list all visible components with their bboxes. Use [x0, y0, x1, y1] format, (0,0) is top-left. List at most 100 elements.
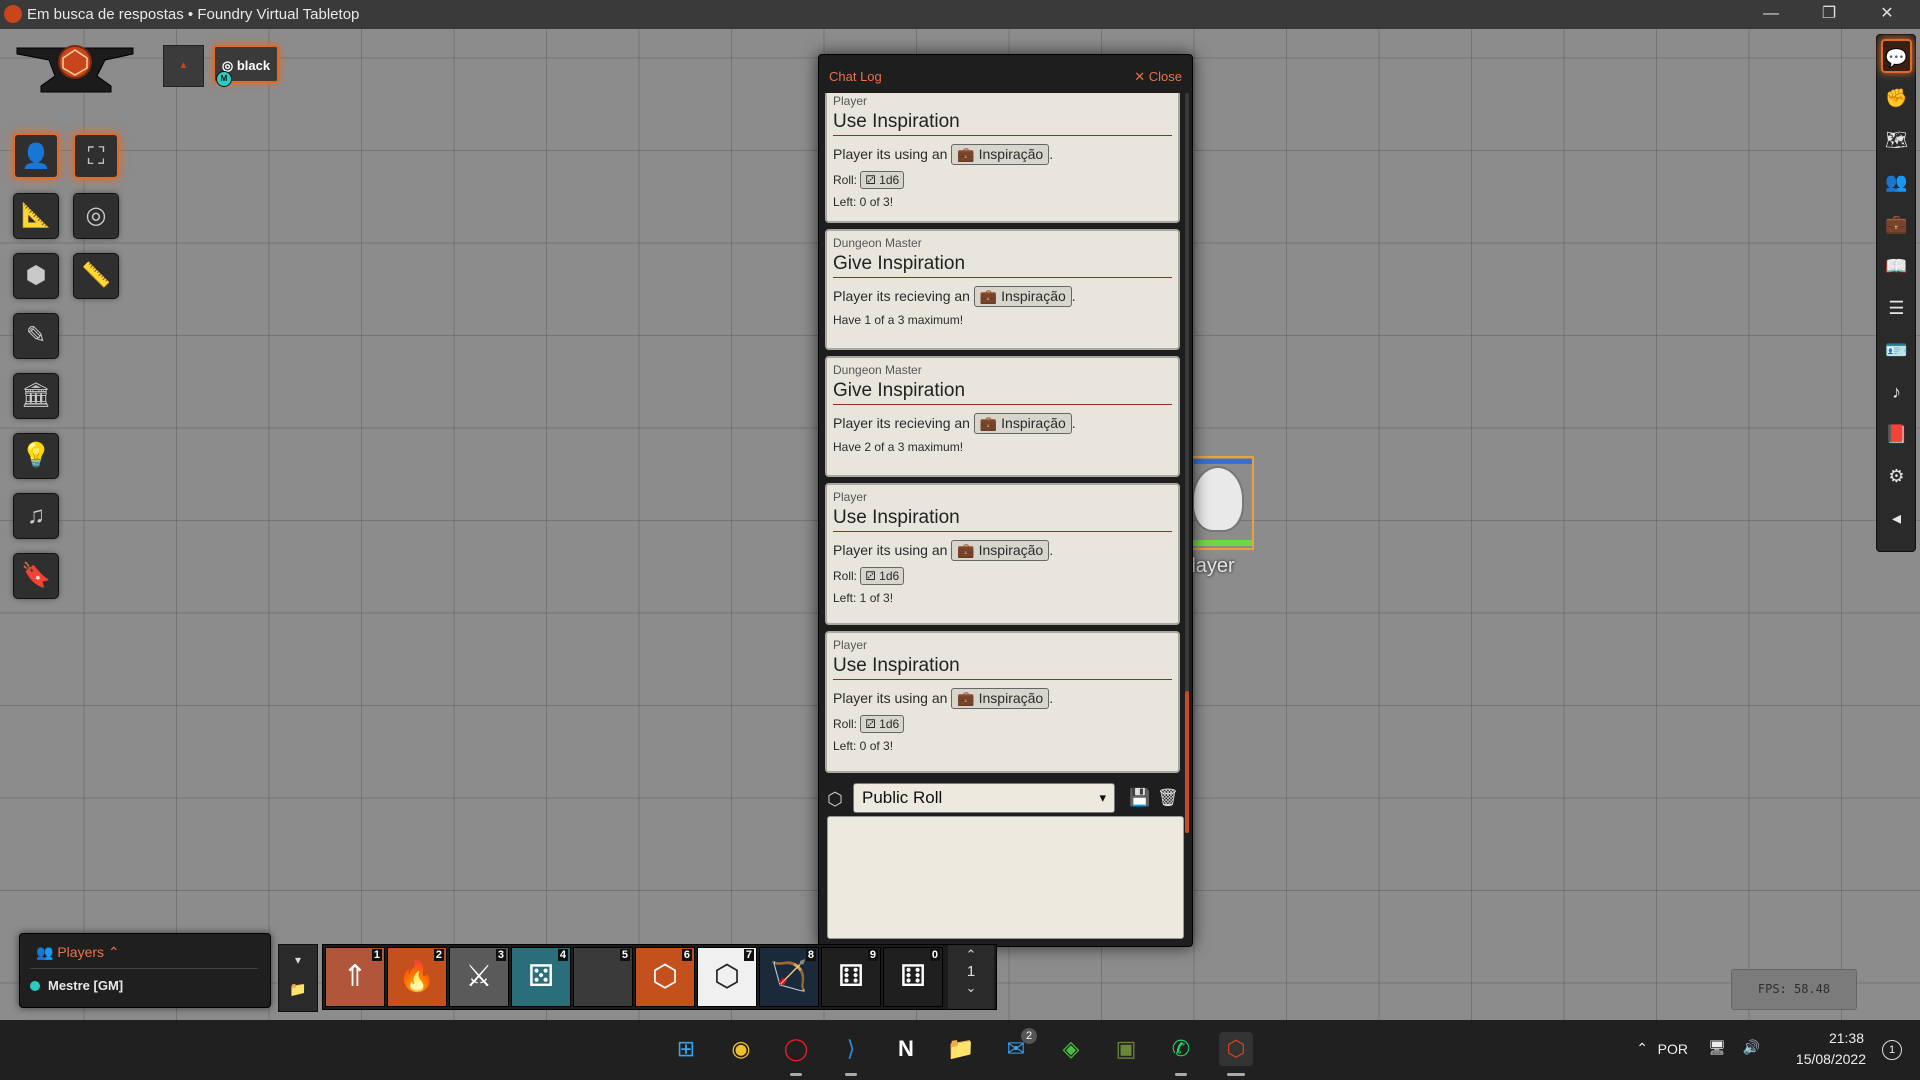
macro-slot-0[interactable]: ⚅ 0 [883, 947, 943, 1007]
tab-compendium[interactable]: 📕 [1881, 417, 1912, 451]
bookmark-icon: 🔖 [21, 562, 51, 589]
chevron-down-icon[interactable]: ⌄ [948, 980, 994, 996]
hotbar-page-number: 1 [966, 963, 976, 980]
macro-slot-3[interactable]: ⚔ 3 [449, 947, 509, 1007]
clock[interactable]: 21:38 [1829, 1030, 1864, 1046]
macro-slot-4[interactable]: ⚄ 4 [511, 947, 571, 1007]
message-footer: Have 1 of a 3 maximum! [833, 313, 964, 327]
restore-button[interactable]: ❐ [1809, 2, 1849, 26]
suitcase-icon: 💼 [1885, 214, 1908, 234]
player-entry[interactable]: Mestre [GM] [30, 978, 123, 993]
notification-badge[interactable]: 1 [1882, 1040, 1902, 1060]
suitcase-icon: 💼 [957, 146, 975, 162]
whatsapp-icon[interactable]: ✆ [1164, 1032, 1198, 1076]
message-footer: Left: 0 of 3! [833, 195, 894, 209]
tab-tables[interactable]: ☰ [1881, 291, 1912, 325]
d20-icon[interactable]: ⬡ [825, 789, 845, 809]
foundry-anvil-logo[interactable] [15, 40, 137, 108]
sound-controls[interactable]: ♫ [13, 493, 59, 539]
chevron-up-icon[interactable]: ⌃ [1636, 1040, 1648, 1057]
dice-icon: ⚂ [865, 173, 876, 187]
lighting-controls[interactable]: 💡 [13, 433, 59, 479]
target-control[interactable]: ◎ [73, 193, 119, 239]
export-log-icon[interactable]: 💾 [1129, 788, 1150, 808]
item-link[interactable]: 💼 Inspiração [973, 286, 1072, 307]
tab-combat[interactable]: ✊ [1881, 81, 1912, 115]
token-controls[interactable]: 👤 [13, 133, 59, 179]
measure-controls[interactable]: 📐 [13, 193, 59, 239]
roll-mode-select[interactable]: Public Roll ▾ [853, 783, 1115, 813]
message-text: Player its using an [833, 690, 948, 706]
chat-message-input[interactable] [827, 816, 1184, 939]
lightbulb-icon: 💡 [21, 442, 51, 469]
inline-roll[interactable]: ⚂ 1d6 [860, 171, 905, 189]
scene-nav-toggle[interactable]: ▲ [163, 45, 204, 87]
tab-playlists[interactable]: ♪ [1881, 375, 1912, 409]
tab-scenes[interactable]: 🗺 [1881, 123, 1912, 157]
notion-icon[interactable]: N [889, 1032, 923, 1066]
chrome-icon[interactable]: ◉ [724, 1032, 758, 1066]
macro-slot-7[interactable]: ⬡ 7 [697, 947, 757, 1007]
chat-close-button[interactable]: ✕ Close [1134, 69, 1182, 85]
inline-roll[interactable]: ⚂ 1d6 [860, 567, 905, 585]
item-link[interactable]: 💼 Inspiração [951, 144, 1050, 165]
fps-counter: FPS: 58.48 [1731, 969, 1857, 1010]
player-status-dot [30, 981, 40, 991]
message-author: Dungeon Master [833, 236, 922, 250]
tab-cards[interactable]: 🪪 [1881, 333, 1912, 367]
tab-chat[interactable]: 💬 [1881, 39, 1912, 73]
foundry-taskbar-icon[interactable]: ⬡ [1219, 1032, 1253, 1076]
fist-icon: ✊ [1885, 88, 1908, 108]
fullscreen-control[interactable]: ⛶ [73, 133, 119, 179]
item-link[interactable]: 💼 Inspiração [951, 688, 1050, 709]
wall-controls[interactable]: 🏛 [13, 373, 59, 419]
message-footer: Left: 0 of 3! [833, 739, 894, 753]
message-text: Player its using an [833, 542, 948, 558]
item-link[interactable]: 💼 Inspiração [973, 413, 1072, 434]
message-footer: Have 2 of a 3 maximum! [833, 440, 964, 454]
cubes-icon: ⬢ [25, 262, 47, 289]
macro-slot-1[interactable]: ⇑ 1 [325, 947, 385, 1007]
item-link[interactable]: 💼 Inspiração [951, 540, 1050, 561]
close-window-button[interactable]: ✕ [1867, 2, 1907, 26]
network-icon[interactable]: 🖥 [1708, 1039, 1726, 1056]
opera-icon[interactable]: ◯ [779, 1032, 813, 1076]
trash-icon[interactable]: 🗑 [1157, 788, 1179, 808]
tile-controls[interactable]: ⬢ [13, 253, 59, 299]
macro-slot-6[interactable]: ⬡ 6 [635, 947, 695, 1007]
chevron-up-icon[interactable]: ⌃ [948, 947, 994, 963]
notes-controls[interactable]: 🔖 [13, 553, 59, 599]
date[interactable]: 15/08/2022 [1796, 1051, 1866, 1067]
tab-journal[interactable]: 📖 [1881, 249, 1912, 283]
minimize-button[interactable]: — [1751, 2, 1791, 26]
sidebar-tabs: 💬 ✊ 🗺 👥 💼 📖 ☰ 🪪 ♪ 📕 ⚙ ◂ [1876, 34, 1916, 552]
tab-items[interactable]: 💼 [1881, 207, 1912, 241]
scene-tab-black[interactable]: ◎ black M [213, 45, 279, 87]
vscode-icon[interactable]: ⟩ [834, 1032, 868, 1076]
tab-settings[interactable]: ⚙ [1881, 459, 1912, 493]
macro-slot-5[interactable]: 5 [573, 947, 633, 1007]
folder-icon[interactable]: 📁 [279, 981, 317, 998]
players-header[interactable]: 👥 Players ⌃ [36, 944, 120, 961]
chat-message: Player Use Inspiration Player its using … [825, 93, 1180, 223]
windows-start-icon[interactable]: ⊞ [669, 1032, 703, 1066]
bluestacks-icon[interactable]: ◈ [1054, 1032, 1088, 1066]
input-language[interactable]: POR [1658, 1041, 1688, 1057]
inline-roll[interactable]: ⚂ 1d6 [860, 715, 905, 733]
file-explorer-icon[interactable]: 📁 [944, 1032, 978, 1066]
volume-icon[interactable]: 🔊 [1743, 1039, 1760, 1056]
caret-down-icon[interactable]: ▾ [279, 953, 317, 967]
token-nameplate: Player [1178, 555, 1235, 577]
macro-slot-8[interactable]: 🏹 8 [759, 947, 819, 1007]
tab-actors[interactable]: 👥 [1881, 165, 1912, 199]
message-author: Player [833, 94, 868, 108]
macro-slot-9[interactable]: ⚅ 9 [821, 947, 881, 1007]
ruler-control[interactable]: 📏 [73, 253, 119, 299]
sidebar-collapse[interactable]: ◂ [1881, 501, 1912, 535]
minecraft-icon[interactable]: ▣ [1109, 1032, 1143, 1066]
hotbar-page-controls: ⌃ 1 ⌄ [948, 945, 994, 1009]
mail-icon[interactable]: ✉ 2 [999, 1028, 1037, 1066]
chat-message-list[interactable]: Player Use Inspiration Player its using … [825, 93, 1180, 830]
macro-slot-2[interactable]: 🔥 2 [387, 947, 447, 1007]
drawing-controls[interactable]: ✎ [13, 313, 59, 359]
